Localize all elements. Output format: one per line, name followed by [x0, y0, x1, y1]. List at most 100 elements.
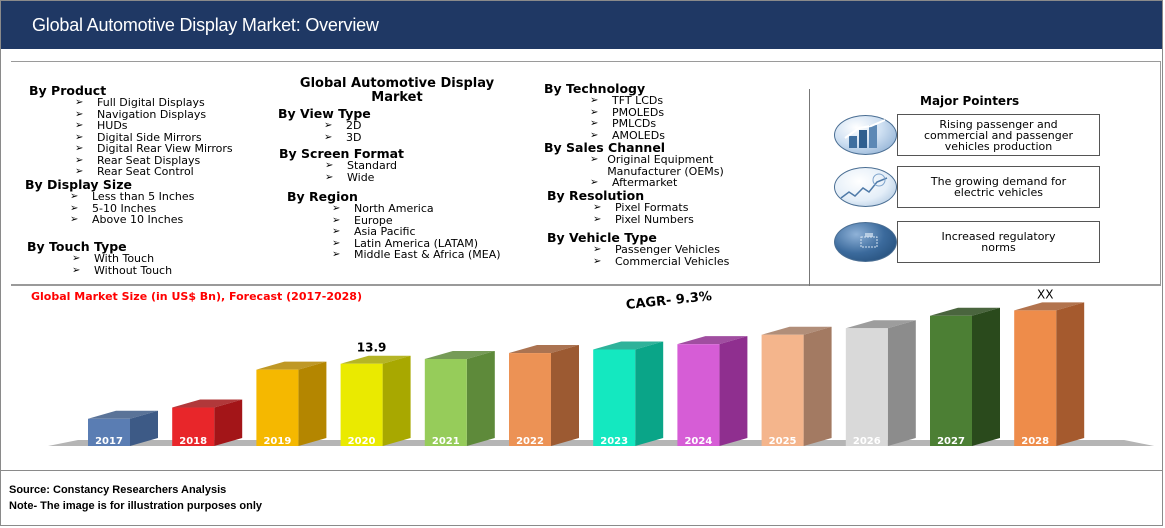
- segment-item: ➢ 3D: [324, 130, 371, 144]
- segment-by-technology: By Technology ➢ TFT LCDs ➢ PMOLEDs ➢ PMLCDs ➢ A…: [544, 82, 665, 141]
- arrow-bullet-icon: ➢: [593, 255, 602, 267]
- arrow-bullet-icon: ➢: [325, 160, 334, 171]
- bar-front: [845, 328, 888, 446]
- segment-by-screen-format: By Screen Format ➢ Standard ➢ Wide: [279, 147, 404, 183]
- segment-item: ➢ TFT LCDs: [590, 95, 665, 107]
- segment-item-label: 3D: [346, 130, 362, 144]
- segment-item: ➢ Middle East & Africa (MEA): [332, 249, 517, 261]
- segment-item: ➢ HUDs: [75, 120, 233, 132]
- bar-side: [551, 345, 579, 446]
- bar-2018: 2018: [172, 399, 243, 447]
- segment-by-touch-type: By Touch Type ➢ With Touch ➢ Without Touch: [27, 240, 172, 276]
- arrow-bullet-icon: ➢: [590, 154, 599, 165]
- bar-2024: 2024: [677, 336, 748, 447]
- bar-side: [298, 361, 327, 446]
- arrow-bullet-icon: ➢: [75, 97, 84, 108]
- segment-by-display-size: By Display Size ➢ Less than 5 Inches ➢ 5-10…: [25, 178, 194, 226]
- segment-item-label: 2D: [346, 119, 362, 132]
- segment-by-product: By Product ➢ Full Digital Displays ➢ Naviga…: [29, 84, 233, 178]
- arrow-bullet-icon: ➢: [75, 143, 84, 154]
- segment-item-label: Less than 5 Inches: [92, 190, 195, 203]
- segment-item: ➢ Without Touch: [72, 263, 173, 277]
- segment-item: ➢ Wide: [325, 171, 404, 184]
- segment-item: ➢ Above 10 Inches: [70, 214, 194, 226]
- bar-2020: 2020: [340, 355, 411, 447]
- bar-side: [466, 350, 495, 446]
- bar-front: [509, 353, 551, 446]
- segment-item-label: Above 10 Inches: [92, 213, 184, 226]
- x-tick-label: 2024: [684, 436, 712, 447]
- segment-by-resolution: By Resolution ➢ Pixel Formats ➢ Pixel Numbe…: [547, 189, 694, 225]
- segment-item-label: With Touch: [94, 252, 155, 265]
- arrow-bullet-icon: ➢: [75, 154, 84, 166]
- arrow-bullet-icon: ➢: [332, 214, 341, 226]
- data-label-2028: XX: [1037, 287, 1053, 301]
- bar-front: [930, 315, 972, 446]
- segment-item-label: Rear Seat Control: [97, 165, 194, 178]
- segment-item: ➢ Rear Seat Control: [75, 166, 233, 178]
- bar-2028: 2028: [1014, 302, 1085, 447]
- x-tick-label: 2027: [937, 436, 965, 447]
- arrow-bullet-icon: ➢: [332, 237, 341, 249]
- arrow-bullet-icon: ➢: [324, 120, 333, 131]
- arrow-bullet-icon: ➢: [332, 203, 341, 214]
- x-tick-label: 2018: [179, 436, 207, 447]
- arrow-bullet-icon: ➢: [325, 171, 334, 183]
- bar-front: [424, 358, 467, 446]
- header-bar: Global Automotive Display Market: Overvi…: [1, 1, 1162, 49]
- segment-by-region: By Region ➢ North America ➢ Europe ➢ Asia Pac…: [287, 190, 517, 261]
- segment-item-label: TFT LCDs: [612, 94, 664, 107]
- segment-item: ➢ Aftermarket: [590, 177, 784, 189]
- segment-item-label: Pixel Formats: [615, 201, 689, 214]
- segment-item: ➢ Less than 5 Inches: [70, 191, 194, 203]
- bar-2021: 2021: [424, 350, 495, 447]
- bar-2025: 2025: [761, 326, 832, 447]
- arrow-bullet-icon: ➢: [593, 244, 602, 255]
- segment-item-label: Passenger Vehicles: [615, 243, 720, 256]
- major-pointers-title: Major Pointers: [920, 94, 1020, 108]
- arrow-bullet-icon: ➢: [70, 202, 79, 214]
- segment-item: ➢ Standard: [325, 160, 404, 172]
- bar-side: [719, 336, 748, 446]
- segment-item-label: Standard: [347, 159, 398, 172]
- bar-chart: 2017 2018 2019 2020 13.9 2021 2022 2023 2024 2025…: [48, 287, 1155, 447]
- segment-item-label: Digital Rear View Mirrors: [97, 142, 233, 155]
- arrow-bullet-icon: ➢: [324, 131, 333, 143]
- bar-side: [887, 320, 916, 446]
- bar-front: [593, 349, 636, 446]
- segment-item: ➢ Full Digital Displays: [75, 97, 233, 109]
- segment-item: ➢ Passenger Vehicles: [593, 244, 729, 256]
- source-text: Source: Constancy Researchers Analysis: [9, 484, 227, 496]
- regulation-icon: [834, 222, 897, 262]
- footer-divider: [1, 470, 1163, 471]
- page-title: Global Automotive Display Market: Overvi…: [32, 15, 379, 35]
- market-title: Global Automotive Display Market: [299, 76, 495, 105]
- segment-item-label: Original Equipment Manufacturer (OEMs): [607, 153, 724, 178]
- segment-item-label: North America: [354, 202, 434, 215]
- bar-side: [214, 399, 243, 446]
- arrow-bullet-icon: ➢: [332, 249, 341, 260]
- arrow-bullet-icon: ➢: [72, 253, 81, 264]
- pointer-text: Rising passenger and commercial and pass…: [923, 117, 1074, 153]
- bar-front: [761, 334, 804, 446]
- data-label-2020: 13.9: [357, 341, 387, 355]
- x-tick-label: 2028: [1021, 436, 1049, 447]
- segment-item: ➢ Original Equipment Manufacturer (OEMs): [590, 154, 784, 177]
- segment-item: ➢ 2D: [324, 120, 371, 132]
- segment-item-label: Aftermarket: [612, 176, 678, 189]
- bar-front: [677, 344, 720, 446]
- segment-item-label: Pixel Numbers: [615, 212, 694, 226]
- bar-2026: 2026: [845, 320, 916, 447]
- arrow-bullet-icon: ➢: [70, 191, 79, 202]
- arrow-bullet-icon: ➢: [332, 226, 341, 237]
- bar-side: [803, 326, 832, 446]
- bar-2027: 2027: [930, 307, 1000, 447]
- segment-item: ➢ Digital Rear View Mirrors: [75, 143, 233, 155]
- pointer-box-1: Rising passenger and commercial and pass…: [897, 114, 1100, 156]
- segment-item: ➢ With Touch: [72, 253, 172, 265]
- arrow-bullet-icon: ➢: [590, 106, 599, 118]
- arrow-bullet-icon: ➢: [590, 177, 599, 188]
- segment-item: ➢ North America: [332, 203, 517, 215]
- segment-item-label: Full Digital Displays: [97, 96, 205, 109]
- segment-item-label: Without Touch: [94, 263, 173, 277]
